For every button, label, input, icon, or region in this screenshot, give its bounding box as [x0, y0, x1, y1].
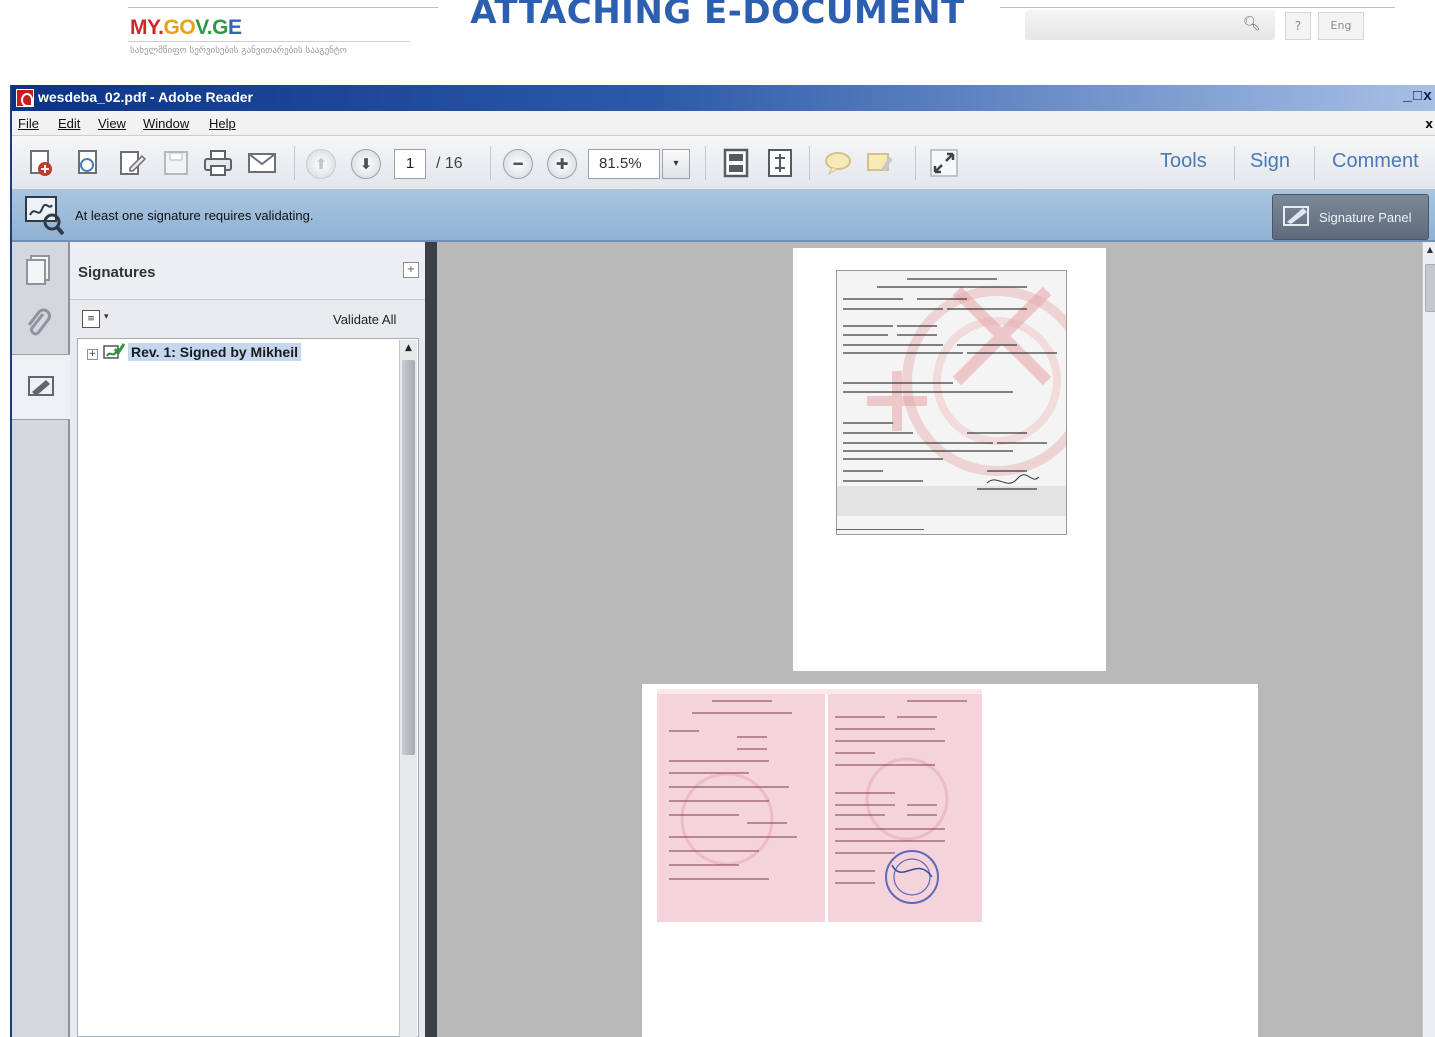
task-separator	[1234, 146, 1235, 180]
language-button[interactable]: Eng	[1318, 12, 1364, 40]
sign-pane-button[interactable]: Sign	[1250, 150, 1290, 178]
expand-node-icon[interactable]: +	[87, 349, 98, 360]
logo-text-part: V.G	[195, 16, 228, 39]
document-scrollbar[interactable]: ▲	[1422, 242, 1435, 1037]
window-controls[interactable]: _□x	[1403, 88, 1433, 105]
pdf-page	[642, 684, 1258, 1037]
window-title: wesdeba_02.pdf - Adobe Reader	[38, 89, 253, 105]
menu-view[interactable]: View	[98, 116, 126, 131]
create-pdf-icon[interactable]	[26, 147, 58, 179]
save-icon[interactable]	[160, 147, 192, 179]
document-view	[437, 242, 1422, 1037]
main-toolbar: ⬆︎ ⬇︎ 1 / 16 ━ ✚ 81.5% ▾ Tools Sign Comm…	[12, 136, 1435, 190]
logo-text-part: E	[227, 16, 242, 39]
highlight-icon[interactable]	[864, 147, 896, 179]
screen: MY.GOV.GE სახელმწიფო სერვისების განვითარ…	[0, 0, 1435, 1037]
fit-width-icon[interactable]	[764, 147, 796, 179]
zoom-in-icon[interactable]: ✚	[547, 149, 577, 179]
zoom-level-input[interactable]: 81.5%	[588, 149, 660, 179]
tools-pane-button[interactable]: Tools	[1160, 150, 1207, 178]
menu-window[interactable]: Window	[143, 116, 189, 131]
reader-window: wesdeba_02.pdf - Adobe Reader _□x File E…	[10, 85, 1435, 1037]
menu-file[interactable]: File	[18, 116, 39, 131]
scroll-up-icon[interactable]: ▲	[401, 341, 416, 356]
document-scrollbar-thumb[interactable]	[1425, 264, 1435, 312]
menu-help[interactable]: Help	[209, 116, 236, 131]
sticky-note-icon[interactable]	[822, 147, 854, 179]
combine-files-icon[interactable]	[72, 147, 104, 179]
task-separator	[1314, 146, 1315, 180]
toolbar-separator	[809, 146, 810, 180]
signature-message-bar: At least one signature requires validati…	[12, 190, 1435, 242]
window-titlebar[interactable]: wesdeba_02.pdf - Adobe Reader _□x	[12, 85, 1435, 111]
signature-status-icon	[103, 342, 126, 367]
email-icon[interactable]	[246, 147, 278, 179]
signature-panel-label: Signature Panel	[1319, 210, 1412, 225]
banner-divider-left	[128, 7, 438, 8]
signature-validation-icon	[24, 195, 65, 237]
full-screen-icon[interactable]	[928, 147, 960, 179]
zoom-out-icon[interactable]: ━	[503, 149, 533, 179]
pdf-page	[793, 248, 1106, 671]
tree-scrollbar[interactable]: ▲	[399, 340, 417, 1037]
logo-text-part: GO	[163, 16, 196, 39]
comment-pane-button[interactable]: Comment	[1332, 150, 1419, 178]
signature-pen-icon	[1283, 204, 1311, 234]
signature-panel-button[interactable]: Signature Panel	[1272, 194, 1429, 240]
page-count: / 16	[436, 155, 463, 172]
options-menu-icon[interactable]: ≡	[82, 310, 100, 328]
menu-edit[interactable]: Edit	[58, 116, 80, 131]
site-banner: MY.GOV.GE სახელმწიფო სერვისების განვითარ…	[0, 0, 1435, 84]
scanned-certificate-image	[836, 270, 1067, 535]
close-document-icon[interactable]: x	[1425, 117, 1433, 131]
menu-bar: File Edit View Window Help x	[12, 111, 1435, 136]
search-input[interactable]	[1025, 10, 1275, 40]
toolbar-separator	[915, 146, 916, 180]
banner-divider-right	[1000, 7, 1395, 8]
edit-document-icon[interactable]	[116, 147, 148, 179]
print-icon[interactable]	[202, 147, 234, 179]
fit-page-icon[interactable]	[720, 147, 752, 179]
signature-warning-text: At least one signature requires validati…	[75, 208, 314, 223]
scanned-id-document-image	[657, 689, 982, 922]
caption-line	[836, 529, 924, 530]
search-icon[interactable]: 🔍︎	[1243, 16, 1261, 32]
page-title: ATTACHING E-DOCUMENT	[470, 0, 965, 32]
signatures-tab-icon[interactable]	[12, 354, 70, 420]
logo-text-part: MY.	[130, 16, 164, 39]
panel-collapse-icon[interactable]: +	[403, 262, 419, 278]
logo-divider	[128, 41, 410, 42]
signatures-tree: + Rev. 1: Signed by Mikheil ▲	[77, 338, 419, 1037]
help-button[interactable]: ?	[1285, 12, 1311, 40]
attachments-icon[interactable]	[18, 304, 58, 344]
adobe-reader-icon	[16, 89, 34, 107]
tree-scrollbar-thumb[interactable]	[402, 360, 415, 755]
signatures-panel-title: Signatures	[78, 264, 156, 281]
page-number-input[interactable]: 1	[394, 149, 426, 179]
toolbar-separator	[490, 146, 491, 180]
site-logo[interactable]: MY.GOV.GE	[130, 16, 242, 40]
pane-splitter[interactable]	[425, 242, 437, 1037]
signatures-panel: Signatures + ≡ ▾ Validate All + Rev. 1: …	[70, 242, 425, 1037]
signatures-panel-toolbar: ≡ ▾ Validate All	[70, 300, 425, 336]
scroll-up-icon[interactable]: ▲	[1424, 245, 1435, 257]
toolbar-separator	[294, 146, 295, 180]
next-page-icon[interactable]: ⬇︎	[351, 149, 381, 179]
toolbar-separator	[705, 146, 706, 180]
page-thumbnails-icon[interactable]	[18, 250, 58, 290]
logo-subtitle: სახელმწიფო სერვისების განვითარების სააგე…	[130, 46, 347, 56]
validate-all-button[interactable]: Validate All	[333, 312, 396, 327]
signatures-panel-header: Signatures +	[70, 242, 425, 300]
chevron-down-icon[interactable]: ▾	[104, 312, 109, 322]
zoom-dropdown-button[interactable]: ▾	[662, 149, 690, 179]
signature-revision-item[interactable]: Rev. 1: Signed by Mikheil	[128, 343, 302, 361]
previous-page-icon[interactable]: ⬆︎	[306, 149, 336, 179]
navigation-pane-rail	[12, 242, 70, 1037]
